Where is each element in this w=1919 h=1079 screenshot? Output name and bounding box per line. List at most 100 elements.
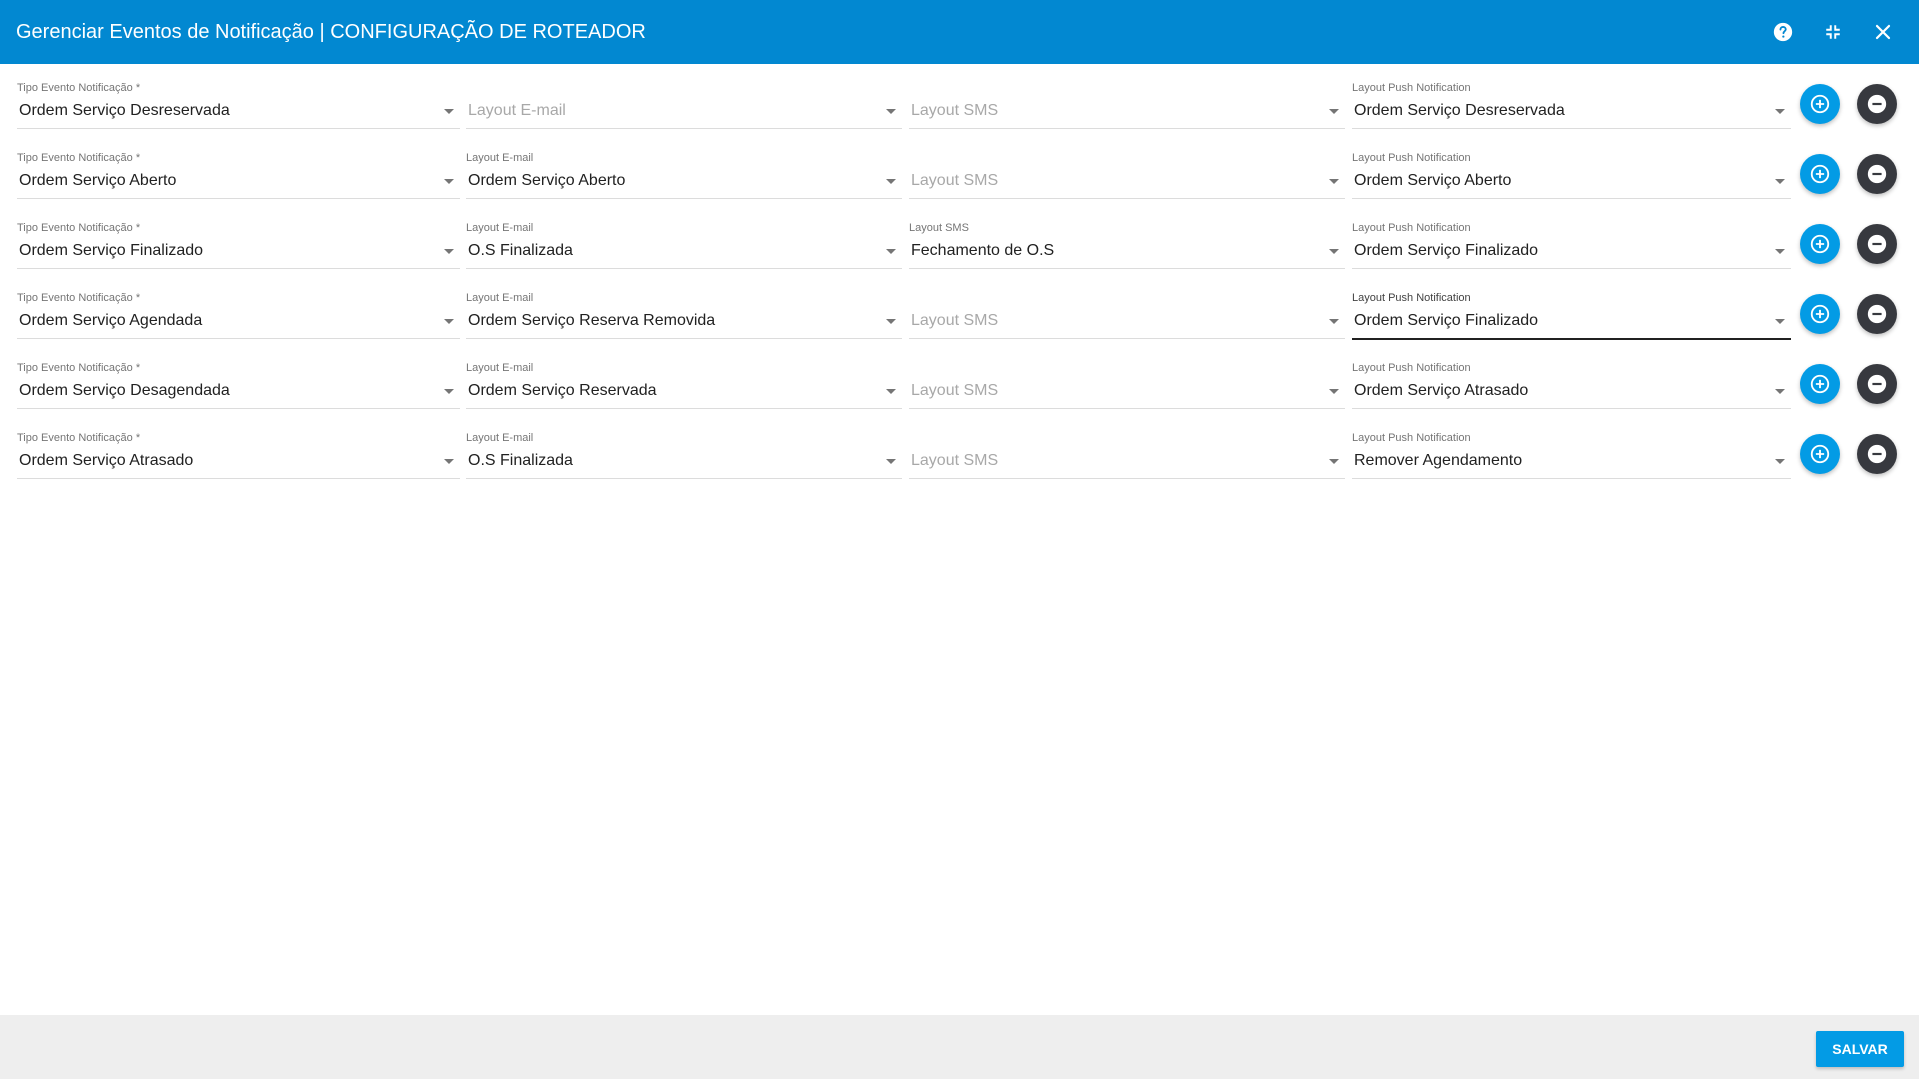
push-layout-select[interactable]: Layout Push Notification Remover Agendam… bbox=[1352, 430, 1791, 486]
dropdown-arrow-icon bbox=[444, 459, 454, 464]
email-layout-select[interactable]: Layout E-mail Ordem Serviço Reservada bbox=[466, 360, 902, 416]
email-layout-label: Layout E-mail bbox=[466, 432, 534, 444]
event-type-value: Ordem Serviço Desagendada bbox=[19, 382, 230, 399]
event-type-value: Ordem Serviço Finalizado bbox=[19, 242, 204, 259]
sms-layout-select[interactable]: Layout SMS bbox=[909, 360, 1345, 416]
event-type-select[interactable]: Tipo Evento Notificação * Ordem Serviço … bbox=[17, 80, 460, 136]
push-layout-value: Ordem Serviço Finalizado bbox=[1354, 242, 1539, 259]
email-layout-label: Layout E-mail bbox=[466, 222, 534, 234]
save-button[interactable]: SALVAR bbox=[1816, 1031, 1904, 1067]
sms-layout-select[interactable]: Layout SMS bbox=[909, 80, 1345, 136]
remove-row-button[interactable] bbox=[1857, 364, 1897, 404]
add-circle-icon bbox=[1810, 444, 1830, 464]
remove-row-button[interactable] bbox=[1857, 84, 1897, 124]
event-type-label: Tipo Evento Notificação * bbox=[17, 82, 141, 94]
remove-row-button[interactable] bbox=[1857, 224, 1897, 264]
event-type-select[interactable]: Tipo Evento Notificação * Ordem Serviço … bbox=[17, 220, 460, 276]
remove-circle-icon bbox=[1867, 444, 1887, 464]
dropdown-arrow-icon bbox=[886, 459, 896, 464]
event-type-value: Ordem Serviço Atrasado bbox=[19, 452, 194, 469]
dropdown-arrow-icon bbox=[1329, 459, 1339, 464]
sms-layout-placeholder: Layout SMS bbox=[911, 172, 999, 189]
push-layout-label: Layout Push Notification bbox=[1352, 362, 1471, 374]
sms-layout-select[interactable]: Layout SMS Fechamento de O.S bbox=[909, 220, 1345, 276]
event-type-select[interactable]: Tipo Evento Notificação * Ordem Serviço … bbox=[17, 290, 460, 346]
event-type-label: Tipo Evento Notificação * bbox=[17, 292, 141, 304]
push-layout-label: Layout Push Notification bbox=[1352, 152, 1471, 164]
add-row-button[interactable] bbox=[1800, 224, 1840, 264]
email-layout-value: O.S Finalizada bbox=[468, 242, 573, 259]
email-layout-select[interactable]: Layout E-mail O.S Finalizada bbox=[466, 220, 902, 276]
dropdown-arrow-icon bbox=[1329, 109, 1339, 114]
notification-row: Tipo Evento Notificação * Ordem Serviço … bbox=[0, 430, 1919, 500]
dropdown-arrow-icon bbox=[444, 109, 454, 114]
email-layout-label: Layout E-mail bbox=[466, 362, 534, 374]
help-icon bbox=[1773, 22, 1793, 42]
remove-circle-icon bbox=[1867, 94, 1887, 114]
add-circle-icon bbox=[1810, 164, 1830, 184]
push-layout-select[interactable]: Layout Push Notification Ordem Serviço A… bbox=[1352, 150, 1791, 206]
email-layout-value: O.S Finalizada bbox=[468, 452, 573, 469]
dialog-header: Gerenciar Eventos de Notificação | CONFI… bbox=[0, 0, 1919, 64]
event-type-select[interactable]: Tipo Evento Notificação * Ordem Serviço … bbox=[17, 150, 460, 206]
sms-layout-select[interactable]: Layout SMS bbox=[909, 290, 1345, 346]
dropdown-arrow-icon bbox=[444, 249, 454, 254]
dropdown-arrow-icon bbox=[1329, 249, 1339, 254]
sms-layout-select[interactable]: Layout SMS bbox=[909, 150, 1345, 206]
push-layout-select[interactable]: Layout Push Notification Ordem Serviço D… bbox=[1352, 80, 1791, 136]
add-row-button[interactable] bbox=[1800, 84, 1840, 124]
dropdown-arrow-icon bbox=[886, 109, 896, 114]
event-type-label: Tipo Evento Notificação * bbox=[17, 362, 141, 374]
dialog-footer: SALVAR bbox=[0, 1015, 1919, 1079]
header-actions bbox=[1767, 0, 1899, 64]
event-type-value: Ordem Serviço Agendada bbox=[19, 312, 203, 329]
push-layout-value: Remover Agendamento bbox=[1354, 452, 1523, 469]
sms-layout-label: Layout SMS bbox=[909, 222, 969, 234]
event-type-label: Tipo Evento Notificação * bbox=[17, 152, 141, 164]
email-layout-select[interactable]: Layout E-mail Ordem Serviço Reserva Remo… bbox=[466, 290, 902, 346]
push-layout-select[interactable]: Layout Push Notification Ordem Serviço A… bbox=[1352, 360, 1791, 416]
fullscreen-exit-button[interactable] bbox=[1817, 16, 1849, 48]
email-layout-label: Layout E-mail bbox=[466, 292, 534, 304]
dialog-title: Gerenciar Eventos de Notificação | CONFI… bbox=[16, 20, 646, 43]
push-layout-select[interactable]: Layout Push Notification Ordem Serviço F… bbox=[1352, 220, 1791, 276]
dropdown-arrow-icon bbox=[1329, 179, 1339, 184]
email-layout-select[interactable]: Layout E-mail O.S Finalizada bbox=[466, 430, 902, 486]
dialog-content: Tipo Evento Notificação * Ordem Serviço … bbox=[0, 64, 1919, 1015]
notification-row: Tipo Evento Notificação * Ordem Serviço … bbox=[0, 290, 1919, 360]
email-layout-label: Layout E-mail bbox=[466, 152, 534, 164]
notification-row: Tipo Evento Notificação * Ordem Serviço … bbox=[0, 80, 1919, 150]
sms-layout-placeholder: Layout SMS bbox=[911, 452, 999, 469]
sms-layout-placeholder: Layout SMS bbox=[911, 312, 999, 329]
dropdown-arrow-icon bbox=[444, 319, 454, 324]
dropdown-arrow-icon bbox=[1775, 179, 1785, 184]
help-button[interactable] bbox=[1767, 16, 1799, 48]
event-type-select[interactable]: Tipo Evento Notificação * Ordem Serviço … bbox=[17, 430, 460, 486]
event-type-value: Ordem Serviço Aberto bbox=[19, 172, 177, 189]
sms-layout-select[interactable]: Layout SMS bbox=[909, 430, 1345, 486]
close-button[interactable] bbox=[1867, 16, 1899, 48]
event-type-label: Tipo Evento Notificação * bbox=[17, 432, 141, 444]
remove-row-button[interactable] bbox=[1857, 294, 1897, 334]
event-type-label: Tipo Evento Notificação * bbox=[17, 222, 141, 234]
dropdown-arrow-icon bbox=[886, 319, 896, 324]
email-layout-value: Ordem Serviço Reserva Removida bbox=[468, 312, 716, 329]
add-row-button[interactable] bbox=[1800, 434, 1840, 474]
sms-layout-placeholder: Layout SMS bbox=[911, 382, 999, 399]
push-layout-value: Ordem Serviço Desreservada bbox=[1354, 102, 1565, 119]
add-row-button[interactable] bbox=[1800, 364, 1840, 404]
add-row-button[interactable] bbox=[1800, 294, 1840, 334]
email-layout-select[interactable]: Layout E-mail bbox=[466, 80, 902, 136]
remove-row-button[interactable] bbox=[1857, 434, 1897, 474]
dropdown-arrow-icon bbox=[1775, 109, 1785, 114]
push-layout-value: Ordem Serviço Atrasado bbox=[1354, 382, 1529, 399]
add-row-button[interactable] bbox=[1800, 154, 1840, 194]
event-type-select[interactable]: Tipo Evento Notificação * Ordem Serviço … bbox=[17, 360, 460, 416]
sms-layout-value: Fechamento de O.S bbox=[911, 242, 1055, 259]
dropdown-arrow-icon bbox=[886, 249, 896, 254]
push-layout-value: Ordem Serviço Aberto bbox=[1354, 172, 1512, 189]
push-layout-label: Layout Push Notification bbox=[1352, 292, 1471, 304]
email-layout-select[interactable]: Layout E-mail Ordem Serviço Aberto bbox=[466, 150, 902, 206]
push-layout-select[interactable]: Layout Push Notification Ordem Serviço F… bbox=[1352, 290, 1791, 346]
remove-row-button[interactable] bbox=[1857, 154, 1897, 194]
